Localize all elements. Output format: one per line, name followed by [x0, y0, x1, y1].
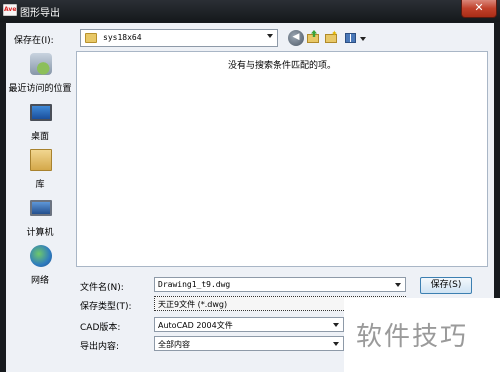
save-in-label: 保存在(I):: [14, 36, 54, 46]
filename-value: Drawing1_t9.dwg: [158, 280, 231, 289]
back-button[interactable]: ◀: [288, 30, 304, 46]
app-icon: Ave: [3, 4, 17, 16]
cad-version-label: CAD版本:: [80, 323, 121, 333]
file-list[interactable]: 没有与搜索条件匹配的项。: [76, 51, 488, 267]
cad-version-value: AutoCAD 2004文件: [158, 321, 233, 330]
up-one-level-button[interactable]: [306, 30, 322, 46]
filetype-value: 天正9文件 (*.dwg): [158, 300, 228, 309]
sparkle-icon: ✦: [331, 29, 338, 38]
close-button[interactable]: ✕: [461, 0, 497, 18]
save-in-dropdown[interactable]: sys18x64: [80, 29, 278, 47]
export-content-label: 导出内容:: [80, 342, 120, 352]
place-label: 桌面: [30, 132, 49, 142]
place-label: 库: [35, 180, 45, 190]
empty-list-message: 没有与搜索条件匹配的项。: [227, 61, 336, 71]
desktop-icon: [30, 104, 52, 121]
window-title: 图形导出: [20, 8, 60, 19]
filename-label: 文件名(N):: [80, 283, 124, 293]
export-content-value: 全部内容: [158, 340, 190, 349]
watermark-text: 软件技巧: [356, 322, 469, 352]
recent-places-icon: [30, 53, 52, 75]
title-bar[interactable]: Ave 图形导出 ✕: [0, 0, 500, 22]
filename-input[interactable]: Drawing1_t9.dwg: [154, 277, 406, 292]
place-desktop[interactable]: 桌面: [6, 99, 74, 145]
place-network[interactable]: 网络: [6, 243, 74, 289]
place-label: 网络: [30, 276, 49, 286]
cad-version-dropdown[interactable]: AutoCAD 2004文件: [154, 317, 344, 332]
chevron-down-icon: [333, 342, 339, 346]
computer-icon: [30, 200, 52, 216]
folder-icon: [85, 33, 97, 43]
library-icon: [30, 149, 52, 171]
new-folder-button[interactable]: ✦: [324, 30, 340, 46]
watermark: 软件技巧: [344, 298, 500, 372]
save-button[interactable]: 保存(S): [420, 277, 472, 294]
dialog-window: Ave 图形导出 ✕ 保存在(I): sys18x64 ◀ ✦ 最近访问的位置: [0, 0, 500, 372]
export-content-dropdown[interactable]: 全部内容: [154, 336, 344, 351]
place-label: 计算机: [26, 228, 54, 238]
chevron-down-icon: [267, 34, 273, 38]
chevron-down-icon: [395, 283, 401, 287]
current-folder-name: sys18x64: [103, 33, 142, 42]
chevron-down-icon: [360, 37, 366, 41]
network-icon: [30, 245, 52, 267]
places-bar: 最近访问的位置 桌面 库 计算机 网络: [6, 51, 74, 291]
chevron-down-icon: [333, 323, 339, 327]
place-recent[interactable]: 最近访问的位置: [6, 51, 74, 97]
view-grid-icon: [345, 33, 356, 43]
place-label: 最近访问的位置: [8, 84, 72, 94]
place-computer[interactable]: 计算机: [6, 195, 74, 241]
place-library[interactable]: 库: [6, 147, 74, 193]
view-menu-button[interactable]: [344, 30, 368, 46]
filetype-label: 保存类型(T):: [80, 302, 132, 312]
